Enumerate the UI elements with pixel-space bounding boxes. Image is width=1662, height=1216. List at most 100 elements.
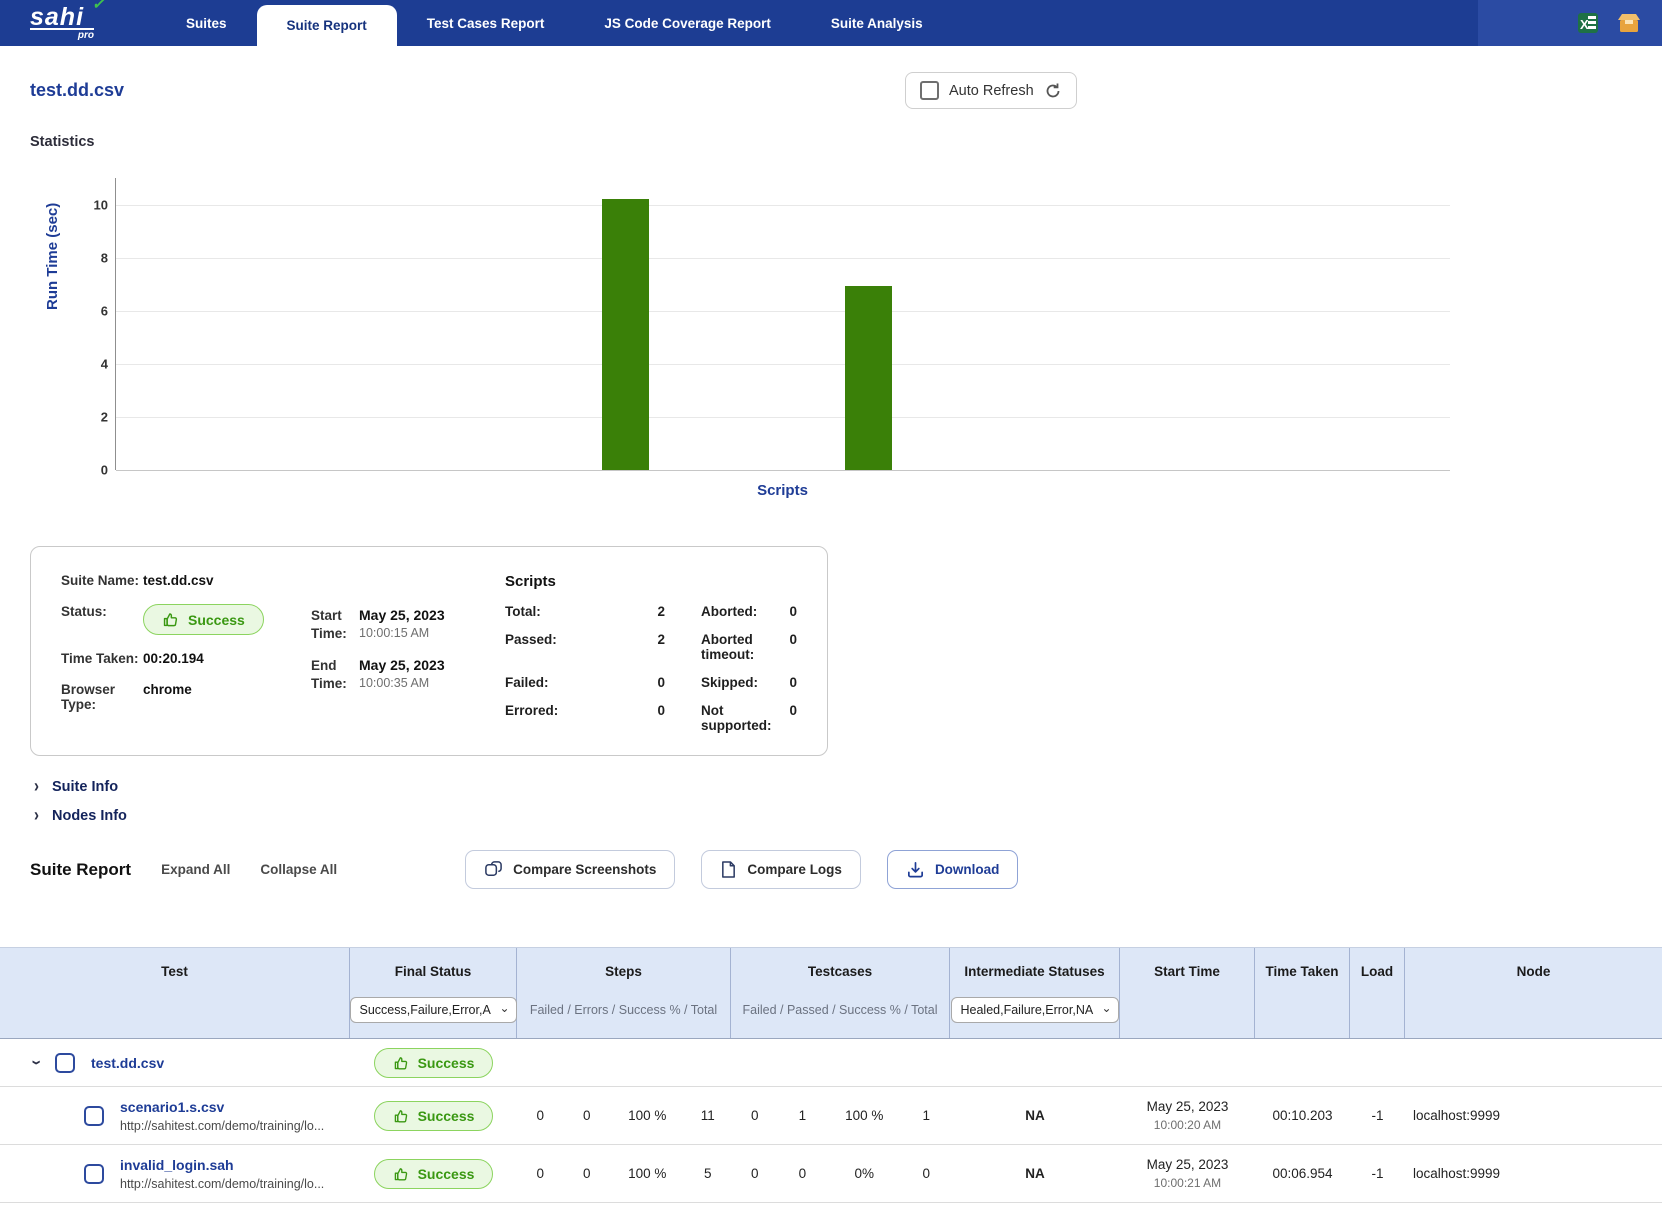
collapse-all-link[interactable]: Collapse All	[260, 862, 337, 877]
auto-refresh-checkbox[interactable]	[920, 81, 939, 100]
col-load: Load	[1350, 948, 1405, 1038]
download-button[interactable]: Download	[887, 850, 1019, 889]
steps-failed: 0	[517, 1166, 564, 1181]
nodes-info-label: Nodes Info	[52, 808, 127, 824]
screenshots-icon	[484, 860, 503, 879]
row-checkbox[interactable]	[84, 1164, 104, 1184]
logo-brand: sahi ✓	[30, 6, 94, 30]
start-date-value: May 25, 2023	[359, 607, 445, 623]
row-checkbox[interactable]	[84, 1106, 104, 1126]
col-node-label: Node	[1405, 948, 1662, 994]
tab-suites[interactable]: Suites	[156, 0, 257, 46]
status-badge: Success	[143, 604, 264, 635]
start-date: May 25, 2023	[1147, 1099, 1229, 1114]
stat-not-supported: Not supported:0	[701, 703, 797, 733]
stat-label: Aborted:	[701, 604, 789, 619]
stat-skipped: Skipped:0	[701, 675, 797, 690]
scripts-stats-grid: Total:2 Aborted:0 Passed:2 Aborted timeo…	[505, 604, 797, 733]
stat-label: Aborted timeout:	[701, 632, 789, 662]
y-tick-label: 10	[74, 197, 108, 212]
start-time-row: Start Time: May 25, 2023 10:00:15 AM	[311, 607, 493, 643]
stat-errored: Errored:0	[505, 703, 665, 733]
chart-y-axis-label: Run Time (sec)	[44, 203, 61, 310]
status-badge-label: Success	[418, 1166, 475, 1182]
col-testcases-label: Testcases	[731, 948, 949, 994]
y-tick-label: 8	[74, 250, 108, 265]
summary-time-column: Start Time: May 25, 2023 10:00:15 AM End…	[311, 573, 493, 733]
stat-total: Total:2	[505, 604, 665, 619]
stat-aborted: Aborted:0	[701, 604, 797, 619]
scripts-stats-column: Scripts Total:2 Aborted:0 Passed:2 Abort…	[493, 573, 797, 733]
tab-suite-analysis[interactable]: Suite Analysis	[801, 0, 953, 46]
nav-utility-area: X	[1478, 0, 1662, 46]
intermediate-status: NA	[950, 1108, 1120, 1123]
y-tick-label: 0	[74, 463, 108, 478]
thumbs-up-icon	[162, 611, 179, 628]
testcases-passed: 0	[779, 1166, 827, 1181]
col-test-label: Test	[0, 948, 349, 994]
auto-refresh-label: Auto Refresh	[949, 83, 1034, 99]
intermediate-filter-select[interactable]: Healed,Failure,Error,NA	[951, 997, 1119, 1023]
page-title: test.dd.csv	[30, 72, 1632, 101]
col-test-filter	[0, 994, 349, 1026]
gridline	[116, 364, 1450, 365]
table-row: scenario1.s.csv http://sahitest.com/demo…	[0, 1087, 1662, 1145]
status-label: Status:	[61, 604, 143, 635]
testcases-total: 0	[902, 1166, 950, 1181]
col-intermediate: Intermediate Statuses Healed,Failure,Err…	[950, 948, 1120, 1038]
test-link[interactable]: invalid_login.sah	[120, 1157, 324, 1173]
stat-passed: Passed:2	[505, 632, 665, 662]
nodes-info-toggle[interactable]: › Nodes Info	[34, 807, 1662, 824]
col-load-label: Load	[1350, 948, 1404, 994]
top-nav: sahi ✓ pro Suites Suite Report Test Case…	[0, 0, 1662, 46]
intermediate-status: NA	[950, 1166, 1120, 1181]
compare-logs-button[interactable]: Compare Logs	[701, 850, 861, 889]
scripts-stats-heading: Scripts	[505, 573, 797, 590]
runtime-bar-chart: Run Time (sec) 0246810 Scripts	[30, 160, 1450, 512]
gridline	[116, 205, 1450, 206]
svg-text:X: X	[1580, 17, 1589, 32]
y-tick-label: 2	[74, 409, 108, 424]
chevron-right-icon: ›	[34, 776, 39, 797]
test-link[interactable]: test.dd.csv	[91, 1055, 164, 1071]
steps-errors: 0	[564, 1108, 611, 1123]
refresh-icon[interactable]	[1044, 82, 1062, 100]
archive-box-icon[interactable]	[1616, 11, 1642, 35]
excel-export-icon[interactable]: X	[1576, 11, 1600, 35]
tab-test-cases-report[interactable]: Test Cases Report	[397, 0, 575, 46]
sahi-pro-logo[interactable]: sahi ✓ pro	[0, 0, 148, 46]
col-time-taken: Time Taken	[1255, 948, 1350, 1038]
thumbs-up-icon	[393, 1055, 409, 1071]
node: localhost:9999	[1405, 1108, 1662, 1123]
final-status-filter-wrap: Success,Failure,Error,A ⌄	[350, 997, 517, 1023]
test-link[interactable]: scenario1.s.csv	[120, 1099, 324, 1115]
steps-success-pct: 100 %	[610, 1108, 684, 1123]
auto-refresh-button[interactable]: Auto Refresh	[905, 72, 1077, 109]
stat-value: 0	[789, 604, 797, 619]
testcases-hint: Failed / Passed / Success % / Total	[731, 994, 949, 1026]
testcases-success-pct: 0%	[826, 1166, 902, 1181]
check-icon: ✓	[92, 0, 106, 16]
tab-js-code-coverage-report[interactable]: JS Code Coverage Report	[574, 0, 801, 46]
col-final-status-label: Final Status	[350, 948, 516, 994]
final-status-filter-select[interactable]: Success,Failure,Error,A	[350, 997, 517, 1023]
status-badge: Success	[374, 1159, 494, 1189]
start-date: May 25, 2023	[1147, 1157, 1229, 1172]
testcases-passed: 1	[779, 1108, 827, 1123]
time-taken-value: 00:20.194	[143, 651, 204, 666]
suite-report-toolbar: Suite Report Expand All Collapse All Com…	[30, 850, 1632, 889]
tab-suite-report[interactable]: Suite Report	[257, 5, 397, 46]
end-time-value: 10:00:35 AM	[359, 676, 445, 690]
col-node: Node	[1405, 948, 1662, 1038]
nav-tabs: Suites Suite Report Test Cases Report JS…	[156, 0, 953, 46]
col-start-time: Start Time	[1120, 948, 1255, 1038]
steps-values: 0 0 100 % 11	[517, 1108, 731, 1123]
compare-screenshots-label: Compare Screenshots	[513, 862, 656, 877]
chevron-down-icon[interactable]: ›	[26, 1060, 47, 1065]
suite-info-toggle[interactable]: › Suite Info	[34, 778, 1662, 795]
compare-screenshots-button[interactable]: Compare Screenshots	[465, 850, 675, 889]
row-checkbox[interactable]	[55, 1053, 75, 1073]
expand-all-link[interactable]: Expand All	[161, 862, 230, 877]
start-time: 10:00:20 AM	[1147, 1118, 1229, 1132]
stat-value: 0	[789, 632, 797, 662]
